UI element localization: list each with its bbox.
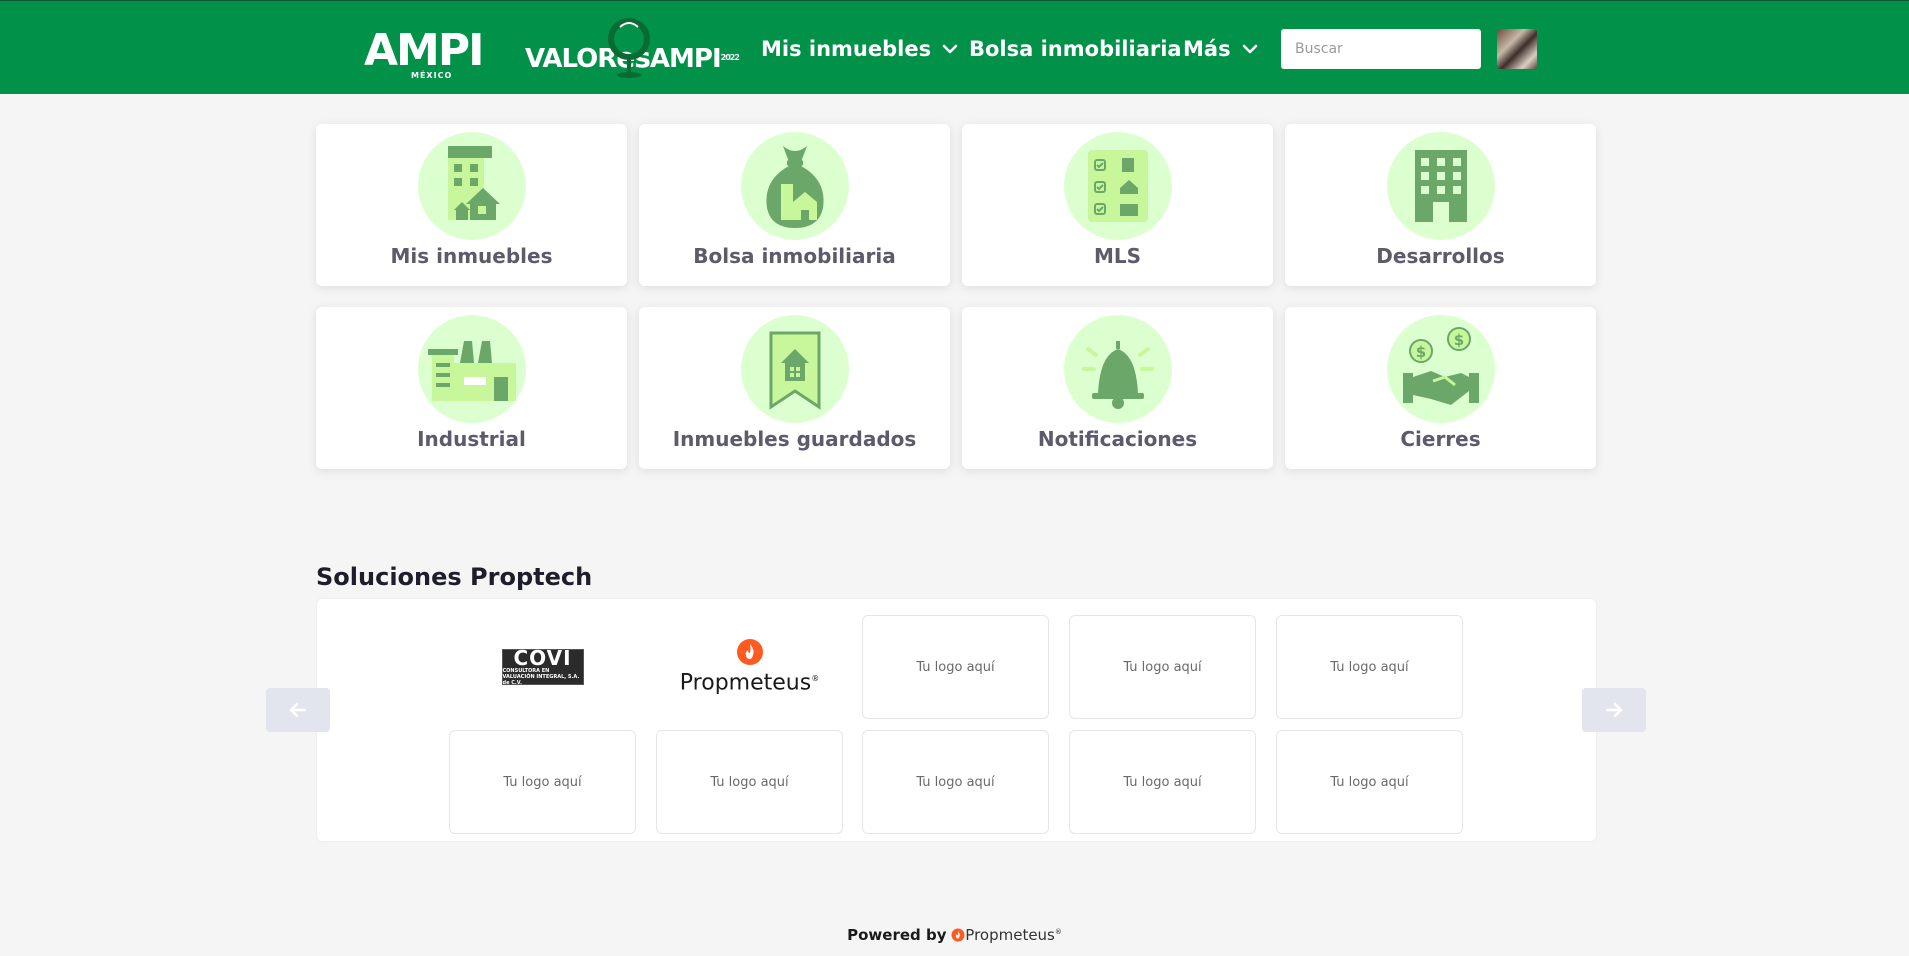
logo-placeholder[interactable]: Tu logo aquí [656, 730, 843, 834]
tile-cierres[interactable]: $ $ Cierres [1285, 307, 1596, 469]
tile-label: Industrial [417, 427, 526, 451]
money-bag-house-icon [766, 146, 824, 228]
proptech-section-title: Soluciones Proptech [316, 563, 593, 591]
tile-icon-circle [418, 132, 526, 240]
chevron-down-icon [1242, 44, 1257, 54]
bell-icon [1082, 341, 1154, 409]
logo-year-text: 2022 [720, 53, 740, 62]
propmeteus-logo: Propmeteus® [680, 638, 819, 696]
ampi-logo[interactable]: AMPI [364, 29, 484, 73]
tile-notificaciones[interactable]: Notificaciones [962, 307, 1273, 469]
nav-mis-inmuebles-label: Mis inmuebles [761, 37, 932, 61]
svg-text:$: $ [1454, 331, 1464, 349]
carousel-next-button[interactable] [1582, 688, 1646, 732]
laurel-badge-icon [608, 18, 650, 78]
footer-brand-link[interactable]: Propmeteus [965, 926, 1055, 944]
top-navbar: AMPI MÉXICO VALOResAMPI2022 Mis inmueble… [0, 0, 1909, 94]
tile-icon-circle [1387, 132, 1495, 240]
bookmark-house-icon [769, 331, 821, 410]
tile-label: Bolsa inmobiliaria [693, 244, 896, 268]
buildings-icon [448, 146, 500, 220]
tile-label: Cierres [1400, 427, 1481, 451]
tile-desarrollos[interactable]: Desarrollos [1285, 124, 1596, 286]
arrow-left-icon [289, 702, 307, 718]
logo-valor-text: VALOR [525, 44, 617, 74]
tile-bolsa-inmobiliaria[interactable]: Bolsa inmobiliaria [639, 124, 950, 286]
nav-mas[interactable]: Más [1183, 35, 1259, 63]
tile-label: MLS [1093, 244, 1142, 268]
factory-icon [428, 341, 516, 401]
logo-ampi-text: AMPI [649, 44, 722, 74]
tile-industrial[interactable]: Industrial [316, 307, 627, 469]
logo-placeholder[interactable]: Tu logo aquí [1276, 730, 1463, 834]
logo-placeholder[interactable]: Tu logo aquí [862, 730, 1049, 834]
tile-inmuebles-guardados[interactable]: Inmuebles guardados [639, 307, 950, 469]
svg-text:$: $ [1416, 343, 1426, 361]
tile-icon-circle [418, 315, 526, 423]
logo-placeholder[interactable]: Tu logo aquí [1069, 615, 1256, 719]
flame-icon [736, 638, 763, 665]
arrow-right-icon [1605, 702, 1623, 718]
checklist-icon [1088, 150, 1148, 222]
covi-logo-text: COVI [513, 646, 572, 670]
ampi-logo-subtitle: MÉXICO [411, 71, 453, 80]
tile-icon-circle [1064, 315, 1172, 423]
logo-placeholder[interactable]: Tu logo aquí [449, 730, 636, 834]
handshake-icon: $ $ [1403, 327, 1479, 405]
tile-icon-circle [741, 132, 849, 240]
logo-covi[interactable]: COVI CONSULTORA EN VALUACIÓN INTEGRAL, S… [449, 615, 636, 719]
covi-logo-subtext: CONSULTORA EN VALUACIÓN INTEGRAL, S.A. d… [502, 668, 580, 686]
logo-propmeteus[interactable]: Propmeteus® [656, 615, 843, 719]
flame-icon [951, 928, 965, 942]
nav-mis-inmuebles[interactable]: Mis inmuebles [761, 35, 959, 63]
nav-bolsa-label: Bolsa inmobiliaria [969, 37, 1182, 61]
logo-placeholder[interactable]: Tu logo aquí [1276, 615, 1463, 719]
avatar[interactable] [1497, 29, 1537, 69]
nav-bolsa-inmobiliaria[interactable]: Bolsa inmobiliaria [969, 35, 1182, 63]
tile-label: Notificaciones [1037, 427, 1198, 451]
footer-powered-by: Powered by Propmeteus® [847, 926, 1062, 944]
tile-mis-inmuebles[interactable]: Mis inmuebles [316, 124, 627, 286]
chevron-down-icon [942, 44, 958, 54]
logo-placeholder[interactable]: Tu logo aquí [1069, 730, 1256, 834]
tile-icon-circle: $ $ [1387, 315, 1495, 423]
propmeteus-logo-text: Propmeteus® [679, 670, 820, 696]
tile-mls[interactable]: MLS [962, 124, 1273, 286]
carousel-prev-button[interactable] [266, 688, 330, 732]
search-input[interactable] [1281, 29, 1481, 69]
tile-label: Desarrollos [1376, 244, 1505, 268]
tile-icon-circle [1064, 132, 1172, 240]
logo-placeholder[interactable]: Tu logo aquí [862, 615, 1049, 719]
covi-logo: COVI CONSULTORA EN VALUACIÓN INTEGRAL, S… [501, 646, 584, 686]
tile-icon-circle [741, 315, 849, 423]
nav-mas-label: Más [1183, 37, 1231, 61]
tile-label: Mis inmuebles [390, 244, 553, 268]
office-building-icon [1415, 150, 1467, 222]
powered-by-text: Powered by [847, 926, 947, 944]
tile-label: Inmuebles guardados [672, 427, 917, 451]
